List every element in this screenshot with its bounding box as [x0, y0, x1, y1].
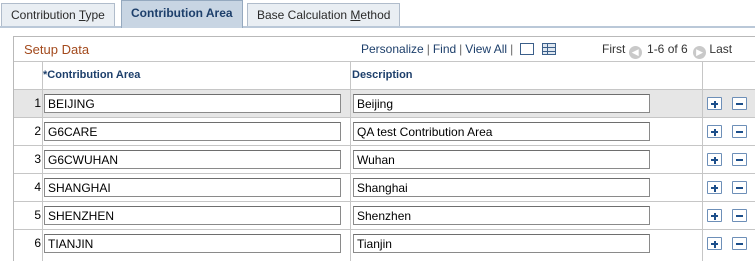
contribution-area-input[interactable]: [44, 94, 341, 113]
separator: |: [459, 42, 463, 56]
grid-pager: First ◀ 1-6 of 6 ▶ Last: [602, 42, 732, 59]
table-row: 4: [14, 173, 755, 201]
table-row: 2: [14, 117, 755, 145]
separator: |: [510, 42, 514, 56]
add-row-button[interactable]: [707, 153, 722, 166]
row-number: 4: [34, 180, 41, 194]
tab-contribution-type[interactable]: Contribution Type: [1, 3, 115, 26]
description-input[interactable]: [353, 234, 650, 253]
grid-header: Setup Data Personalize | Find | View All | Fi…: [14, 37, 755, 61]
contribution-area-input[interactable]: [44, 234, 341, 253]
tab-label: Contribution Area: [131, 6, 233, 20]
tab-bar: Contribution Type Contribution Area Base…: [0, 0, 755, 28]
description-input[interactable]: [353, 122, 650, 141]
tab-label-rest: ype: [85, 8, 105, 22]
last-label[interactable]: Last: [709, 42, 732, 56]
column-header-contribution-area: *Contribution Area: [43, 69, 141, 81]
description-input[interactable]: [353, 150, 650, 169]
tab-base-calculation-method[interactable]: Base Calculation Method: [247, 3, 401, 26]
contribution-area-input[interactable]: [44, 206, 341, 225]
row-number: 2: [34, 124, 41, 138]
column-divider: [350, 61, 351, 261]
tab-label-rest: ethod: [360, 8, 391, 22]
contribution-area-input[interactable]: [44, 150, 341, 169]
tab-contribution-area[interactable]: Contribution Area: [121, 0, 243, 28]
delete-row-button[interactable]: [732, 97, 747, 110]
delete-row-button[interactable]: [732, 209, 747, 222]
grid-title: Setup Data: [24, 42, 90, 57]
next-arrow-icon[interactable]: ▶: [693, 46, 707, 59]
find-link[interactable]: Find: [433, 42, 456, 56]
description-input[interactable]: [353, 178, 650, 197]
tab-label-accesskey: M: [350, 8, 361, 22]
row-number: 5: [34, 208, 41, 222]
delete-row-button[interactable]: [732, 153, 747, 166]
description-input[interactable]: [353, 94, 650, 113]
table-row: 3: [14, 145, 755, 173]
description-input[interactable]: [353, 206, 650, 225]
add-row-button[interactable]: [707, 209, 722, 222]
row-number: 3: [34, 152, 41, 166]
grid-navigation: Personalize | Find | View All |: [361, 42, 557, 56]
row-number: 6: [34, 236, 41, 250]
tab-label-accesskey: T: [78, 8, 86, 22]
add-row-button[interactable]: [707, 97, 722, 110]
view-all-link[interactable]: View All: [465, 42, 507, 56]
delete-row-button[interactable]: [732, 237, 747, 250]
row-number: 1: [34, 96, 41, 110]
contribution-area-input[interactable]: [44, 122, 341, 141]
table-row: 5: [14, 201, 755, 229]
table-row: 6: [14, 229, 755, 257]
contribution-area-input[interactable]: [44, 178, 341, 197]
setup-data-grid: Setup Data Personalize | Find | View All | Fi…: [13, 36, 755, 261]
personalize-link[interactable]: Personalize: [361, 42, 424, 56]
new-window-icon[interactable]: [520, 43, 535, 55]
tab-bar-underline: [0, 26, 755, 28]
table-row: 1: [14, 89, 755, 117]
first-label[interactable]: First: [602, 42, 625, 56]
separator: |: [426, 42, 430, 56]
add-row-button[interactable]: [707, 125, 722, 138]
add-row-button[interactable]: [707, 181, 722, 194]
column-header-row: *Contribution Area Description: [14, 61, 755, 89]
tab-label: Base Calculation: [257, 8, 351, 22]
add-row-button[interactable]: [707, 237, 722, 250]
column-header-description: Description: [352, 69, 413, 81]
download-grid-icon[interactable]: [542, 43, 557, 55]
page-range: 1-6 of 6: [647, 42, 688, 56]
delete-row-button[interactable]: [732, 181, 747, 194]
column-divider: [702, 61, 703, 261]
previous-arrow-icon[interactable]: ◀: [628, 46, 642, 59]
column-divider: [42, 61, 43, 261]
delete-row-button[interactable]: [732, 125, 747, 138]
tab-label: Contribution: [11, 8, 79, 22]
